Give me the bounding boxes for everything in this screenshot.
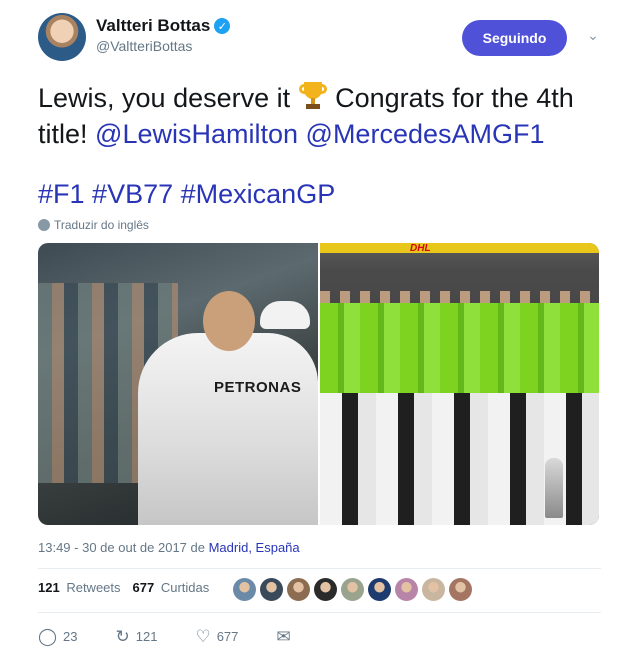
liker-avatar[interactable] xyxy=(449,578,472,601)
trophy-icon xyxy=(298,80,328,112)
liker-avatar[interactable] xyxy=(368,578,391,601)
timestamp[interactable]: 13:49 - 30 de out de 2017 de xyxy=(38,540,209,555)
liker-avatar[interactable] xyxy=(422,578,445,601)
verified-icon: ✓ xyxy=(214,18,231,34)
petronas-logo: PETRONAS xyxy=(214,379,302,396)
retweet-button[interactable]: ↻ 121 xyxy=(116,628,158,645)
chevron-down-icon[interactable]: ⌄ xyxy=(585,27,601,43)
media-gallery: PETRONAS DHL xyxy=(38,243,599,525)
user-handle[interactable]: @ValtteriBottas xyxy=(96,38,230,54)
hashtag-vb77[interactable]: #VB77 xyxy=(92,179,173,209)
hashtags: #F1 #VB77 #MexicanGP xyxy=(38,176,335,212)
liker-avatar[interactable] xyxy=(395,578,418,601)
retweets-stat[interactable]: 121 Retweets xyxy=(38,580,121,595)
hashtag-f1[interactable]: #F1 xyxy=(38,179,85,209)
location-link[interactable]: Madrid, España xyxy=(209,540,300,555)
photo-team-celebration[interactable]: DHL xyxy=(320,243,599,525)
tweet-meta: 13:49 - 30 de out de 2017 de Madrid, Esp… xyxy=(38,540,300,555)
likes-stat[interactable]: 677 Curtidas xyxy=(133,580,210,595)
avatar[interactable] xyxy=(38,13,86,61)
envelope-icon: ✉ xyxy=(276,627,291,646)
globe-icon xyxy=(38,219,50,231)
heart-icon: ♡ xyxy=(195,627,211,646)
trophy-image xyxy=(545,458,563,518)
dhl-banner xyxy=(320,243,599,253)
liker-avatar[interactable] xyxy=(341,578,364,601)
direct-message-button[interactable]: ✉ xyxy=(276,628,290,645)
reply-button[interactable]: ◯ 23 xyxy=(38,628,78,645)
likes-label: Curtidas xyxy=(160,580,210,595)
liker-avatar[interactable] xyxy=(287,578,310,601)
translate-link[interactable]: Traduzir do inglês xyxy=(38,218,149,232)
translate-label[interactable]: Traduzir do inglês xyxy=(54,218,149,232)
reply-count: 23 xyxy=(63,629,78,644)
divider xyxy=(38,568,601,569)
photo-embrace[interactable]: PETRONAS xyxy=(38,243,318,525)
reply-icon: ◯ xyxy=(38,627,58,646)
mention-lewis-hamilton[interactable]: @LewisHamilton xyxy=(95,119,298,149)
tweet-text-part-1: Lewis, you deserve it xyxy=(38,83,298,113)
white-cap xyxy=(260,301,310,329)
liker-avatar[interactable] xyxy=(233,578,256,601)
tweet-actions: ◯ 23 ↻ 121 ♡ 677 ✉ xyxy=(38,628,329,645)
retweet-count: 121 xyxy=(135,629,158,644)
tweet-stats: 121 Retweets 677 Curtidas xyxy=(38,580,221,595)
liker-avatar[interactable] xyxy=(260,578,283,601)
dhl-logo: DHL xyxy=(410,243,431,254)
display-name[interactable]: Valtteri Bottas ✓ xyxy=(96,16,231,36)
user-names: Valtteri Bottas ✓ @ValtteriBottas xyxy=(96,16,231,54)
like-button[interactable]: ♡ 677 xyxy=(195,628,238,645)
display-name-text[interactable]: Valtteri Bottas xyxy=(96,16,210,36)
mention-mercedes-amg-f1[interactable]: @MercedesAMGF1 xyxy=(306,119,545,149)
retweet-icon: ↻ xyxy=(115,627,130,646)
driver-head xyxy=(203,291,255,351)
retweets-count: 121 xyxy=(38,580,60,595)
like-count: 677 xyxy=(216,629,239,644)
liker-avatars xyxy=(233,578,472,601)
likes-count: 677 xyxy=(132,580,155,595)
retweets-label: Retweets xyxy=(66,580,121,595)
race-suit xyxy=(138,333,318,525)
team-green-shirts xyxy=(320,303,599,403)
hashtag-mexicangp[interactable]: #MexicanGP xyxy=(181,179,336,209)
divider xyxy=(38,612,601,613)
liker-avatar[interactable] xyxy=(314,578,337,601)
following-button[interactable]: Seguindo xyxy=(462,20,567,56)
tweet-header: Valtteri Bottas ✓ @ValtteriBottas Seguin… xyxy=(38,13,601,65)
tweet-text: Lewis, you deserve it Congrats for the 4… xyxy=(38,80,603,152)
